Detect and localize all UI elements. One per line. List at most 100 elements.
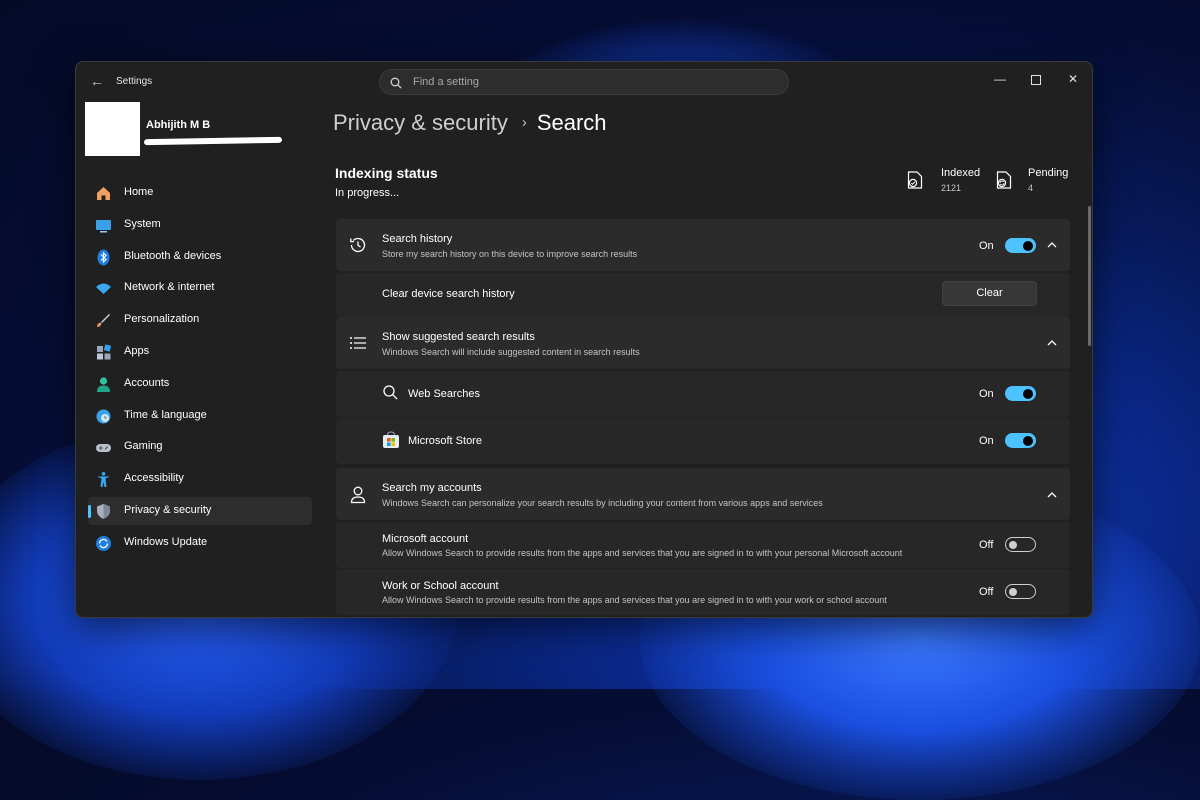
breadcrumb-parent[interactable]: Privacy & security [333,110,508,135]
web-searches-toggle[interactable] [1005,386,1036,401]
search-placeholder: Find a setting [413,76,480,88]
accessibility-icon [97,472,110,488]
document-sync-icon [996,171,1012,189]
suggested-results-card[interactable]: Show suggested search results Windows Se… [336,317,1070,369]
microsoft-store-label: Microsoft Store [408,435,482,447]
back-button[interactable]: ← [86,72,108,90]
sidebar-item-label: Gaming [124,440,163,453]
microsoft-store-toggle[interactable] [1005,433,1036,448]
document-check-icon [907,171,923,189]
sidebar: Abhijith M B Home System Bluetooth & dev… [76,102,324,617]
work-school-account-desc: Allow Windows Search to provide results … [382,595,887,605]
search-history-desc: Store my search history on this device t… [382,249,638,259]
minimize-button[interactable]: — [985,68,1015,90]
main-content: Privacy & security › Search Indexing statu… [324,102,1092,617]
search-history-state: On [979,240,994,252]
search-history-card[interactable]: Search history Store my search history o… [336,219,1070,271]
clear-button[interactable]: Clear [942,281,1037,306]
sidebar-item-label: Accessibility [124,472,184,485]
work-school-account-toggle[interactable] [1005,584,1036,599]
settings-window: ← Settings Find a setting — ✕ Abhijith M… [75,61,1093,618]
clear-history-row: Clear device search history Clear [336,273,1070,317]
home-icon [97,187,110,200]
breadcrumb-separator: › [521,114,527,131]
page-title: Search [536,110,607,135]
web-searches-row: Web Searches On [336,371,1070,417]
sidebar-item-label: Windows Update [124,535,208,548]
sidebar-item-accessibility[interactable]: Accessibility [88,465,312,493]
sidebar-nav: Home System Bluetooth & devices Network … [88,179,312,561]
search-icon [383,385,398,400]
breadcrumb: Privacy & security › Search [333,110,607,136]
person-icon [350,486,366,504]
wifi-icon [96,283,111,295]
clock-globe-icon [96,409,111,424]
indexed-count: 2121 [941,183,962,193]
microsoft-store-state: On [979,435,994,447]
history-icon [350,237,366,253]
maximize-button[interactable] [1021,68,1051,90]
work-school-account-title: Work or School account [382,580,499,592]
search-input[interactable]: Find a setting [379,69,789,95]
indexing-status-text: In progress... [335,187,400,199]
sidebar-item-label: Network & internet [124,281,215,294]
sidebar-item-system[interactable]: System [88,211,312,239]
sidebar-item-accounts[interactable]: Accounts [88,370,312,398]
suggested-results-title: Show suggested search results [382,331,535,343]
avatar[interactable] [85,102,140,156]
search-accounts-desc: Windows Search can personalize your sear… [382,498,823,508]
accounts-icon [97,377,110,392]
sidebar-item-label: Apps [124,344,150,357]
sidebar-item-bluetooth[interactable]: Bluetooth & devices [88,243,312,271]
redacted-email [143,136,283,146]
shield-icon [97,503,110,519]
sidebar-item-home[interactable]: Home [88,179,312,207]
search-history-toggle[interactable] [1005,238,1036,253]
brush-icon [97,314,110,328]
search-accounts-title: Search my accounts [382,482,482,494]
sidebar-item-label: System [124,217,161,230]
sidebar-item-label: Bluetooth & devices [124,249,222,262]
sidebar-item-gaming[interactable]: Gaming [88,433,312,461]
web-searches-label: Web Searches [408,388,480,400]
bluetooth-icon [97,249,110,266]
back-arrow-icon: ← [90,73,104,89]
web-searches-state: On [979,388,994,400]
sidebar-item-label: Time & language [124,408,207,421]
system-icon [96,219,111,233]
sidebar-item-windows-update[interactable]: Windows Update [88,529,312,557]
indexing-status-title: Indexing status [335,165,438,181]
search-icon [390,77,402,89]
chevron-up-icon[interactable] [1045,488,1059,502]
sidebar-item-label: Home [124,186,154,198]
title-bar: ← Settings Find a setting — ✕ [76,62,1092,102]
sidebar-item-label: Privacy & security [124,503,212,516]
microsoft-account-toggle[interactable] [1005,537,1036,552]
clear-history-label: Clear device search history [382,288,515,300]
chevron-up-icon[interactable] [1045,336,1059,350]
suggested-results-desc: Windows Search will include suggested co… [382,347,640,357]
scrollbar[interactable] [1088,206,1091,346]
work-school-account-row: Work or School account Allow Windows Sea… [336,569,1070,615]
sidebar-item-time-language[interactable]: Time & language [88,402,312,430]
sidebar-item-network[interactable]: Network & internet [88,274,312,302]
microsoft-account-title: Microsoft account [382,533,469,545]
sidebar-item-privacy-security[interactable]: Privacy & security [88,496,312,525]
maximize-icon [1031,75,1041,85]
microsoft-account-desc: Allow Windows Search to provide results … [382,548,903,558]
sidebar-item-personalization[interactable]: Personalization [88,306,312,334]
update-icon [96,535,111,551]
chevron-up-icon[interactable] [1045,238,1059,252]
gamepad-icon [96,444,111,453]
pending-count: 4 [1028,183,1034,193]
sidebar-item-apps[interactable]: Apps [88,338,312,366]
microsoft-account-state: Off [979,539,994,551]
close-button[interactable]: ✕ [1058,68,1088,90]
close-icon: ✕ [1067,72,1079,86]
app-title: Settings [116,76,153,87]
sidebar-item-label: Accounts [124,376,170,389]
search-accounts-card[interactable]: Search my accounts Windows Search can pe… [336,468,1070,520]
apps-icon [97,344,112,360]
user-name: Abhijith M B [146,119,211,131]
sidebar-item-label: Personalization [124,313,200,326]
